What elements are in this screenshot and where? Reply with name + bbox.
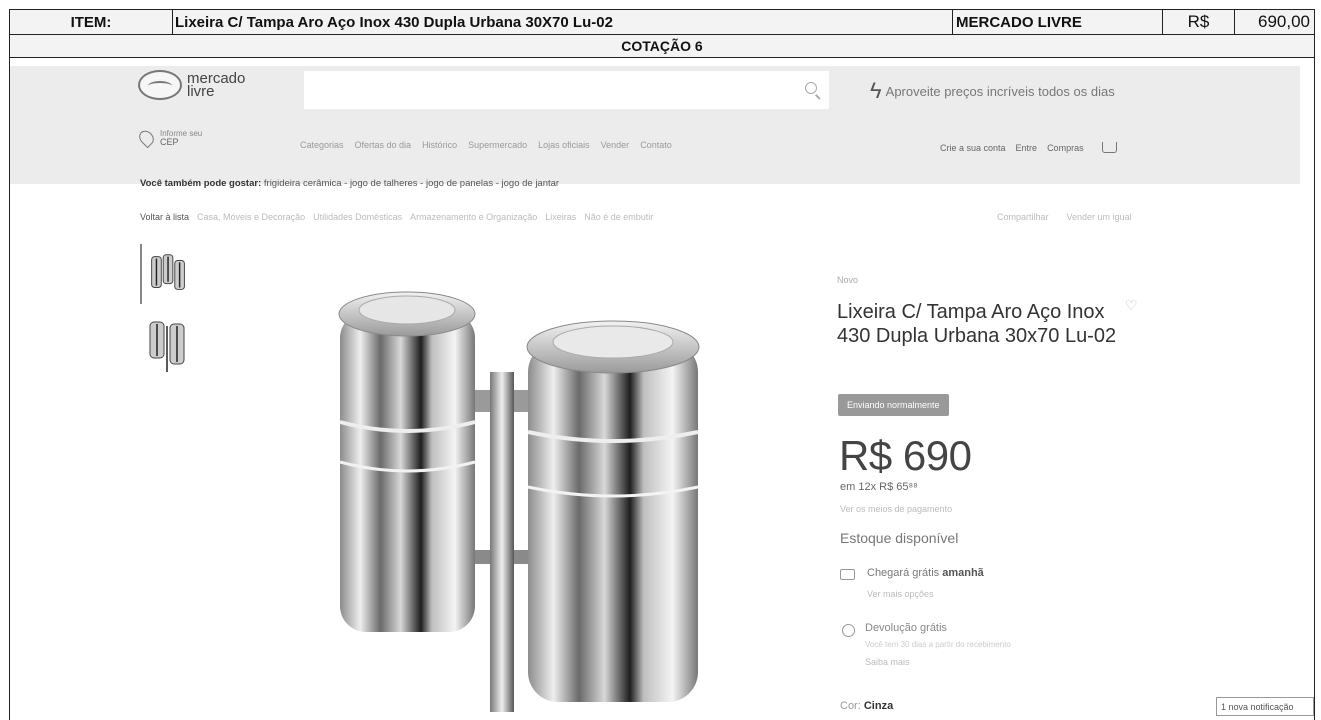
color-label: Cor:: [840, 700, 864, 712]
suggestions-links[interactable]: frigideira cerâmica - jogo de talheres -…: [264, 178, 559, 189]
breadcrumb-item[interactable]: Lixeiras: [545, 212, 576, 222]
item-description: Lixeira C/ Tampa Aro Aço Inox 430 Dupla …: [173, 10, 953, 34]
cep-label: Informe seu CEP: [160, 129, 202, 147]
handshake-icon: [138, 70, 182, 100]
product-title: Lixeira C/ Tampa Aro Aço Inox 430 Dupla …: [837, 301, 1117, 347]
stock-status: Estoque disponível: [840, 530, 959, 546]
suggestions-label: Você também pode gostar:: [140, 178, 262, 189]
breadcrumb-item[interactable]: Casa, Móveis e Decoração: [197, 212, 305, 222]
cep-selector[interactable]: Informe seu CEP: [136, 127, 202, 149]
share-link[interactable]: Compartilhar: [997, 212, 1049, 222]
product-price: R$ 690: [839, 432, 972, 479]
quotation-header: ITEM: Lixeira C/ Tampa Aro Aço Inox 430 …: [9, 9, 1315, 58]
lightning-icon: ϟ: [870, 78, 882, 103]
menu-item-vender[interactable]: Vender: [601, 140, 630, 150]
share-actions: Compartilhar Vender um igual: [997, 212, 1132, 222]
return-fine-print: Você tem 30 dias a partir do recebimento: [865, 640, 1011, 649]
category-menu: Categorias Ofertas do dia Histórico Supe…: [300, 140, 672, 150]
return-learn-more-link[interactable]: Saiba mais: [865, 657, 1011, 667]
product-main-image[interactable]: [310, 272, 730, 717]
store-name: MERCADO LIVRE: [953, 10, 1163, 34]
purchases-link[interactable]: Compras: [1047, 143, 1084, 153]
top-navbar: mercado livre ϟ Aproveite preços incríve…: [10, 66, 1300, 184]
menu-item-categorias[interactable]: Categorias: [300, 140, 344, 150]
menu-item-ofertas[interactable]: Ofertas do dia: [355, 140, 412, 150]
back-to-list-link[interactable]: Voltar à lista: [140, 212, 189, 222]
menu-item-lojas[interactable]: Lojas oficiais: [538, 140, 590, 150]
login-link[interactable]: Entre: [1016, 143, 1038, 153]
currency: R$: [1163, 10, 1235, 34]
thumbnail-2[interactable]: [140, 314, 196, 374]
return-icon: [842, 624, 855, 637]
promo-banner[interactable]: ϟ Aproveite preços incríveis todos os di…: [870, 78, 1115, 104]
quotation-item-row: ITEM: Lixeira C/ Tampa Aro Aço Inox 430 …: [10, 10, 1314, 35]
payment-methods-link[interactable]: Ver os meios de pagamento: [840, 504, 952, 514]
search-icon[interactable]: [805, 82, 817, 94]
product-screenshot: mercado livre ϟ Aproveite preços incríve…: [9, 57, 1315, 720]
mercado-livre-logo[interactable]: mercado livre: [138, 70, 245, 100]
quotation-title: COTAÇÃO 6: [10, 35, 1314, 57]
shipping-label: Chegará grátis: [867, 567, 943, 579]
breadcrumb-item[interactable]: Utilidades Domésticas: [313, 212, 402, 222]
thumbnail-1[interactable]: [140, 244, 196, 304]
item-label: ITEM:: [10, 10, 173, 34]
promo-text: Aproveite preços incríveis todos os dias: [885, 83, 1115, 99]
return-text: Devolução grátis Você tem 30 dias a part…: [865, 622, 1011, 667]
menu-item-contato[interactable]: Contato: [640, 140, 672, 150]
menu-item-historico[interactable]: Histórico: [422, 140, 457, 150]
cep-text: CEP: [160, 137, 179, 147]
color-selector[interactable]: Cor: Cinza: [840, 700, 893, 712]
quoted-price: 690,00: [1258, 12, 1310, 31]
shipping-status-badge: Enviando normalmente: [838, 394, 949, 416]
menu-item-supermercado[interactable]: Supermercado: [468, 140, 527, 150]
shipping-text: Chegará grátis amanhã Ver mais opções: [867, 567, 984, 599]
sell-similar-link[interactable]: Vender um igual: [1067, 212, 1132, 222]
account-links: Crie a sua conta Entre Compras: [940, 142, 1117, 153]
notification-toast[interactable]: 1 nova notificação: [1216, 697, 1314, 716]
shipping-day: amanhã: [942, 567, 984, 579]
suggestions: Você também pode gostar: frigideira cerâ…: [140, 178, 559, 189]
search-input[interactable]: [304, 71, 829, 109]
installments: em 12x R$ 65⁸⁸: [840, 481, 918, 493]
shipping-options-link[interactable]: Ver mais opções: [867, 589, 984, 599]
breadcrumb-item[interactable]: Armazenamento e Organização: [410, 212, 537, 222]
color-value: Cinza: [863, 700, 894, 712]
shipping-info: Chegará grátis amanhã Ver mais opções: [840, 567, 984, 599]
logo-text: mercado livre: [187, 71, 245, 99]
heart-icon[interactable]: ♡: [1125, 297, 1141, 313]
location-pin-icon: [136, 127, 157, 149]
return-info: Devolução grátis Você tem 30 dias a part…: [842, 622, 1011, 667]
condition-label: Novo: [837, 275, 859, 285]
cart-icon[interactable]: [1101, 142, 1117, 153]
breadcrumb: Voltar à lista Casa, Móveis e Decoração …: [140, 212, 653, 222]
create-account-link[interactable]: Crie a sua conta: [940, 143, 1006, 153]
return-title: Devolução grátis: [865, 622, 947, 634]
breadcrumb-item[interactable]: Não é de embutir: [584, 212, 653, 222]
truck-icon: [840, 569, 855, 580]
